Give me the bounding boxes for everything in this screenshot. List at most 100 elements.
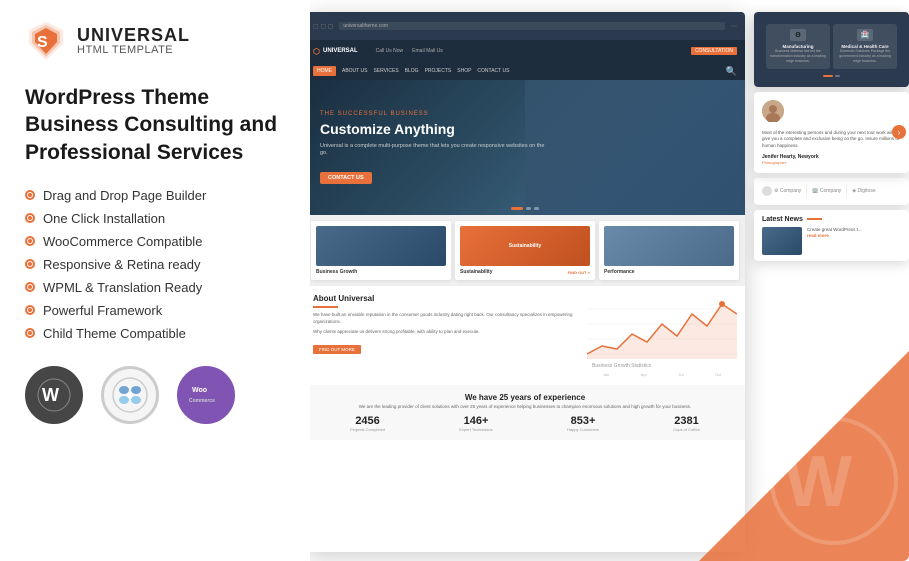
preview-logo: ⬡ UNIVERSAL	[313, 47, 358, 56]
right-preview-panel: ▢ ▢ ▢ universaltheme.com ⋯ ⬡ UNIVERSAL C…	[305, 0, 909, 561]
main-heading: WordPress Theme Business Consulting and …	[25, 84, 285, 166]
services-card: ⚙ Manufacturing Business Material has le…	[754, 12, 909, 87]
news-item-image	[762, 227, 802, 255]
wordpress-badge: W	[25, 366, 83, 424]
card-label-1: Business Growth	[316, 269, 446, 275]
stats-subtitle: We are the leading provider of client so…	[313, 404, 737, 409]
joomla-badge	[101, 366, 159, 424]
stat-number-2: 146+	[459, 415, 493, 427]
partner-logo-3: ◈ Digitose	[852, 188, 875, 194]
about-text: About Universal We have built an enviabl…	[313, 294, 579, 377]
testimonial-card: Most of the interesting persons and duri…	[754, 92, 909, 173]
stat-label-2: Expert Technicians	[459, 427, 493, 432]
list-item: One Click Installation	[25, 211, 285, 226]
testimonial-text: Most of the interesting persons and duri…	[762, 130, 901, 150]
preview-browser-bar: ▢ ▢ ▢ universaltheme.com ⋯	[305, 12, 745, 40]
news-item-1: Create great WordPress t... read more	[762, 227, 901, 255]
slider-dots	[511, 207, 539, 210]
hero-small-text: The Successful Business	[320, 111, 546, 117]
service-dots	[760, 75, 903, 81]
services-row: ⚙ Manufacturing Business Material has le…	[760, 18, 903, 75]
features-list: Drag and Drop Page Builder One Click Ins…	[25, 188, 285, 341]
stat-label-1: Projects Completed	[350, 427, 385, 432]
feature-bullet	[25, 305, 35, 315]
preview-stats-section: We have 25 years of experience We are th…	[305, 385, 745, 440]
wordpress-watermark: W	[769, 416, 899, 551]
news-accent-line	[807, 218, 822, 220]
news-title: Latest News	[762, 216, 901, 223]
card-image-performance	[604, 226, 734, 266]
svg-text:Woo: Woo	[192, 387, 207, 394]
testimonial-role: Photographer	[762, 160, 901, 165]
woocommerce-badge: Woo Commerce	[177, 366, 235, 424]
about-para-1: We have built an enviable reputation in …	[313, 312, 579, 326]
svg-text:Commerce: Commerce	[189, 398, 215, 404]
stat-number-1: 2456	[350, 415, 385, 427]
logos-row: ⚙ Company 🏢 Company ◈ Digitose	[754, 178, 909, 205]
stats-title: We have 25 years of experience	[313, 393, 737, 402]
svg-text:W: W	[42, 385, 59, 405]
partner-icon-1	[762, 186, 772, 196]
news-read-more-link[interactable]: read more	[807, 233, 862, 238]
logo-divider	[806, 184, 807, 199]
stat-item-3: 853+ Happy Customers	[567, 415, 599, 432]
feature-bullet	[25, 236, 35, 246]
stat-label-3: Happy Customers	[567, 427, 599, 432]
stat-number-4: 2381	[673, 415, 700, 427]
about-title: About Universal	[313, 294, 579, 303]
preview-subnav: HOME ABOUT US SERVICES BLOG PROJECTS SHO…	[305, 62, 745, 80]
preview-card-3: Performance	[599, 221, 739, 280]
preview-mockup: ▢ ▢ ▢ universaltheme.com ⋯ ⬡ UNIVERSAL C…	[305, 12, 745, 552]
about-accent-line	[313, 306, 338, 308]
preview-hero: The Successful Business Customize Anythi…	[305, 80, 745, 215]
preview-cards-row: Business Growth Sustainability Sustainab…	[305, 215, 745, 286]
feature-bullet	[25, 328, 35, 338]
hero-cta-button[interactable]: CONTACT US	[320, 172, 372, 184]
service-mini-health: 🏥 Medical & Health Care Domestic Solutio…	[833, 24, 897, 69]
hero-text: The Successful Business Customize Anythi…	[320, 111, 546, 184]
service-mini-manufacturing: ⚙ Manufacturing Business Material has le…	[766, 24, 830, 69]
preview-card-1: Business Growth	[311, 221, 451, 280]
logo-text-block: UNIVERSAL HTML TEMPLATE	[77, 26, 190, 56]
partner-logos-card: ⚙ Company 🏢 Company ◈ Digitose	[754, 178, 909, 205]
news-content: Latest News Create great WordPress t... …	[754, 210, 909, 261]
health-icon: 🏥	[857, 29, 873, 41]
preview-card-2: Sustainability Sustainability FIND OUT >	[455, 221, 595, 280]
logo-subtitle: HTML TEMPLATE	[77, 44, 190, 56]
hero-title: Customize Anything	[320, 121, 546, 138]
svg-text:W: W	[784, 442, 852, 522]
about-button[interactable]: FIND OUT MORE	[313, 345, 361, 354]
testimonial-content: Most of the interesting persons and duri…	[754, 92, 909, 173]
stat-item-4: 2381 Cups of Coffee	[673, 415, 700, 432]
testimonial-header	[762, 100, 901, 126]
manufacturing-icon: ⚙	[790, 29, 806, 41]
hero-subtitle: Universal is a complete multi-purpose th…	[320, 143, 546, 158]
list-item: Child Theme Compatible	[25, 326, 285, 341]
service-text-1: Business Material has led the transforma…	[770, 49, 826, 64]
left-panel: S UNIVERSAL HTML TEMPLATE WordPress Them…	[0, 0, 310, 561]
card-image-sustainability: Sustainability	[460, 226, 590, 266]
preview-about-section: About Universal We have built an enviabl…	[305, 286, 745, 385]
partner-logo-1: ⚙ Company	[762, 186, 801, 196]
about-para-2: Why clients appreciate us delivers stron…	[313, 329, 579, 336]
feature-bullet	[25, 190, 35, 200]
stat-item-1: 2456 Projects Completed	[350, 415, 385, 432]
about-chart-area: Business Growth Statistics Jan Apr Jul O…	[587, 294, 737, 377]
stat-item-2: 146+ Expert Technicians	[459, 415, 493, 432]
list-item: WPML & Translation Ready	[25, 280, 285, 295]
logo-divider-2	[846, 184, 847, 199]
news-card: Latest News Create great WordPress t... …	[754, 210, 909, 261]
next-testimonial-button[interactable]: ›	[892, 125, 906, 139]
partner-logo-2: 🏢 Company	[812, 188, 841, 194]
card-label-2: Sustainability FIND OUT >	[460, 269, 590, 275]
logo-area: S UNIVERSAL HTML TEMPLATE	[25, 20, 285, 62]
card-label-3: Performance	[604, 269, 734, 275]
feature-bullet	[25, 213, 35, 223]
stat-label-4: Cups of Coffee	[673, 427, 700, 432]
badge-row: W Woo Commerce	[25, 366, 285, 424]
service-text-2: Domestic Solutions Package the governmen…	[837, 49, 893, 64]
list-item: WooCommerce Compatible	[25, 234, 285, 249]
stats-row: 2456 Projects Completed 146+ Expert Tech…	[313, 415, 737, 432]
side-floating-cards: ⚙ Manufacturing Business Material has le…	[754, 12, 909, 261]
list-item: Responsive & Retina ready	[25, 257, 285, 272]
